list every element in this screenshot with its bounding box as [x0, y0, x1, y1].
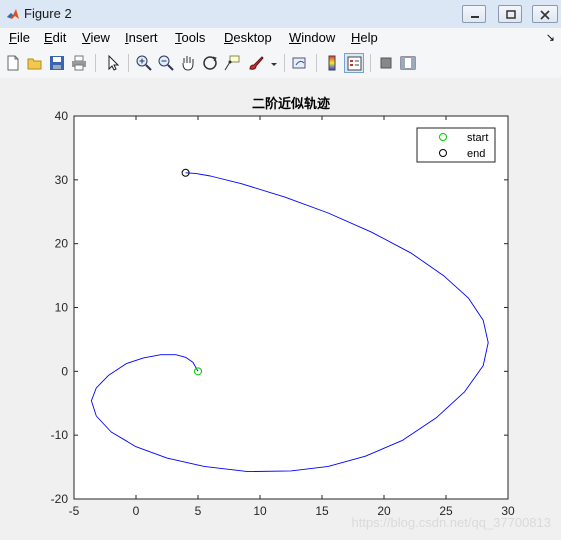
toolbar-separator: [95, 54, 96, 72]
pan-hand-icon: [182, 56, 194, 71]
y-tick-label: -10: [51, 428, 69, 442]
chart-title: 二阶近似轨迹: [252, 96, 330, 112]
colorbar-icon: [328, 55, 336, 71]
y-tick-label: 20: [55, 237, 69, 251]
x-tick-label: 5: [195, 504, 202, 518]
colorbar-button[interactable]: [322, 53, 342, 73]
maximize-button[interactable]: [498, 5, 522, 23]
minimize-button[interactable]: [462, 5, 486, 23]
open-icon: [27, 58, 42, 70]
dock-arrow-icon[interactable]: ↘: [546, 31, 555, 44]
toolbar-separator: [370, 54, 371, 72]
zoom-in-icon: [136, 55, 152, 71]
x-tick-label: 15: [315, 504, 329, 518]
menu-help[interactable]: Help: [351, 30, 378, 45]
legend-icon: [347, 56, 362, 71]
figure-canvas[interactable]: 二阶近似轨迹 -5 0 5 10 15 20 25 30 -20 -10 0 10 20 30 40 start…: [0, 78, 561, 540]
window-title: Figure 2: [24, 6, 72, 21]
trajectory-plot[interactable]: 二阶近似轨迹-5 0 5 10 15 20 25 30-20-10010203040start…: [0, 78, 561, 540]
print-icon: [72, 55, 86, 71]
x-tick-label: 10: [253, 504, 267, 518]
x-tick-label: 0: [133, 504, 140, 518]
y-tick-label: 0: [61, 364, 68, 378]
maximize-icon: [506, 10, 516, 19]
pointer-icon: [108, 54, 120, 71]
link-plot-icon: [292, 57, 306, 69]
zoom-out-icon: [158, 55, 174, 71]
zoom-out-button[interactable]: [156, 53, 176, 73]
data-cursor-button[interactable]: [222, 53, 242, 73]
brush-icon: [249, 56, 264, 70]
axes-background: [74, 116, 508, 499]
watermark-text: https://blog.csdn.net/qq_37700813: [351, 515, 552, 530]
save-button[interactable]: [47, 53, 67, 73]
x-tick-label: -5: [69, 504, 80, 518]
chevron-down-icon: [271, 63, 277, 66]
zoom-in-button[interactable]: [134, 53, 154, 73]
save-icon: [50, 56, 64, 70]
minimize-icon: [471, 16, 479, 18]
pan-button[interactable]: [178, 53, 198, 73]
print-button[interactable]: [69, 53, 89, 73]
menu-file[interactable]: File: [9, 30, 30, 45]
figure-toolbar: [0, 49, 561, 79]
toolbar-separator: [284, 54, 285, 72]
data-cursor-icon: [224, 55, 240, 71]
brush-button[interactable]: [246, 53, 266, 73]
show-plot-tools-button[interactable]: [398, 53, 418, 73]
menu-view[interactable]: View: [82, 30, 110, 45]
y-tick-label: 40: [55, 109, 69, 123]
menu-tools[interactable]: Tools: [175, 30, 205, 45]
menu-edit[interactable]: Edit: [44, 30, 66, 45]
show-plot-tools-icon: [400, 56, 416, 70]
window-titlebar: Figure 2: [0, 0, 561, 29]
close-button[interactable]: [532, 5, 558, 23]
legend-start-label: start: [467, 132, 488, 144]
menu-insert[interactable]: Insert: [125, 30, 158, 45]
new-figure-button[interactable]: [3, 53, 23, 73]
new-figure-icon: [7, 55, 19, 71]
link-plot-button[interactable]: [290, 53, 310, 73]
y-tick-label: 30: [55, 173, 69, 187]
toolbar-separator: [316, 54, 317, 72]
menu-bar: File Edit View Insert Tools Desktop Wind…: [0, 28, 561, 49]
toolbar-separator: [128, 54, 129, 72]
menu-window[interactable]: Window: [289, 30, 335, 45]
hide-plot-tools-button[interactable]: [376, 53, 396, 73]
pointer-button[interactable]: [103, 53, 123, 73]
hide-plot-tools-icon: [380, 57, 392, 69]
menu-desktop[interactable]: Desktop: [224, 30, 272, 45]
matlab-icon: [7, 9, 19, 19]
close-icon: [540, 10, 550, 20]
y-tick-label: -20: [51, 492, 69, 506]
rotate-3d-icon: [203, 56, 217, 70]
y-tick-label: 10: [55, 301, 69, 315]
rotate-3d-button[interactable]: [200, 53, 220, 73]
open-button[interactable]: [25, 53, 45, 73]
legend-end-label: end: [467, 148, 485, 160]
legend-button[interactable]: [344, 53, 364, 73]
brush-dropdown-button[interactable]: [268, 53, 280, 73]
